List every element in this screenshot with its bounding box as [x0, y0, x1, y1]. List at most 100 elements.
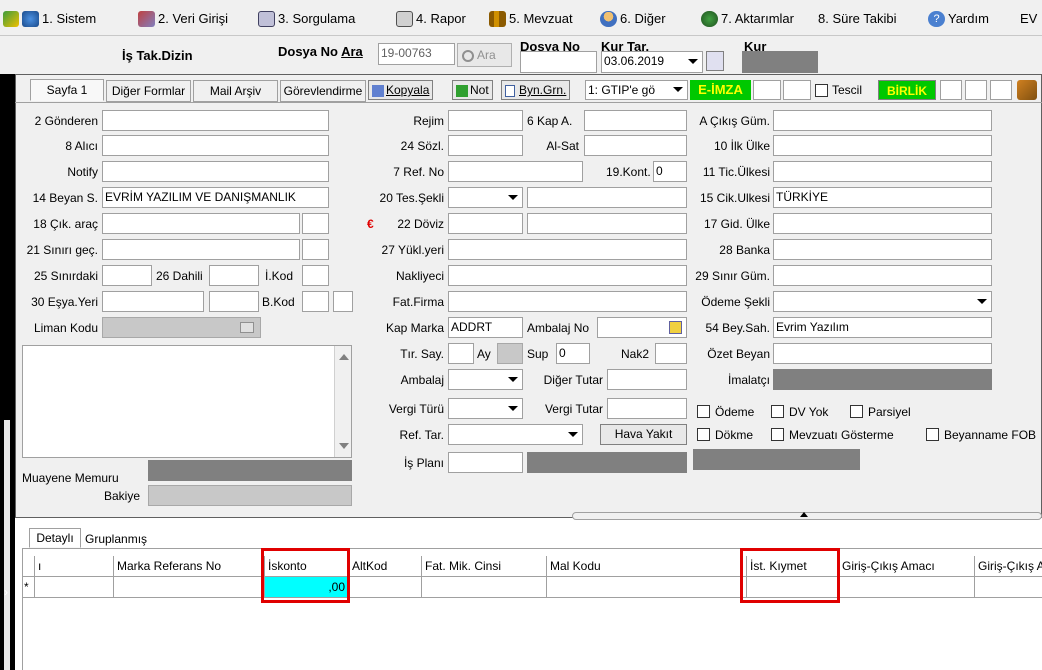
tes-sekli-select[interactable] [448, 187, 523, 208]
al-sat-input[interactable] [584, 135, 687, 156]
sinir-gec-code[interactable] [302, 239, 329, 260]
grid-col-giris-cikis-amaci[interactable]: Giriş-Çıkış Amacı [839, 556, 975, 577]
menu-yardim[interactable]: ? Yardım [928, 10, 989, 28]
tab-sayfa-1[interactable]: Sayfa 1 [30, 79, 104, 101]
alici-input[interactable] [102, 135, 329, 156]
grid-cell[interactable] [114, 577, 265, 598]
dosya-no-field[interactable] [520, 51, 597, 73]
scroll-down-icon[interactable] [339, 443, 349, 449]
bkod-extra[interactable] [333, 291, 353, 312]
gtip-select[interactable]: 1: GTIP'e gö [585, 80, 688, 100]
grid-col-giris-cikis-a[interactable]: Giriş-Çıkış A [975, 556, 1042, 577]
doviz-desc[interactable] [527, 213, 687, 234]
tab-mail-arsiv[interactable]: Mail Arşiv [193, 80, 278, 102]
gonderen-input[interactable] [102, 110, 329, 131]
gid-ulke-input[interactable] [773, 213, 992, 234]
dv-yok-checkbox[interactable] [771, 405, 784, 418]
ara-button[interactable]: Ara [457, 43, 512, 67]
esya-yeri-code[interactable] [209, 291, 259, 312]
esya-yeri-input[interactable] [102, 291, 204, 312]
kap-a-input[interactable] [584, 110, 687, 131]
cik-arac-input[interactable] [102, 213, 300, 234]
ilk-ulke-input[interactable] [773, 135, 992, 156]
hava-yakit-button[interactable]: Hava Yakıt [600, 424, 687, 445]
grid-cell[interactable] [975, 577, 1042, 598]
imalatci-input[interactable] [773, 369, 992, 390]
mevzuat-checkbox[interactable] [771, 428, 784, 441]
nakliyeci-input[interactable] [448, 265, 687, 286]
vergi-turu-select[interactable] [448, 398, 523, 419]
grid-cell[interactable] [422, 577, 547, 598]
ref-no-input[interactable] [448, 161, 583, 182]
tools-icon[interactable] [1017, 80, 1037, 100]
sinir-gec-input[interactable] [102, 239, 300, 260]
rejim-input[interactable] [448, 110, 523, 131]
dahili-input[interactable] [209, 265, 259, 286]
nak2-input[interactable] [655, 343, 687, 364]
grid-col-marka-referans[interactable]: Marka Referans No [114, 556, 265, 577]
tes-sekli-desc[interactable] [527, 187, 687, 208]
menu-sorgulama[interactable]: 3. Sorgulama [258, 10, 355, 28]
tab-diger-formlar[interactable]: Diğer Formlar [106, 80, 191, 102]
ikod-input[interactable] [302, 265, 329, 286]
not-button[interactable]: Not [452, 80, 493, 100]
e-imza-button[interactable]: E-İMZA [690, 80, 751, 100]
byn-grn-button[interactable]: Byn.Grn. [501, 80, 571, 100]
collapse-up-icon[interactable] [800, 512, 808, 517]
menu-sistem[interactable]: 1. Sistem [3, 10, 96, 28]
tab-blank-1[interactable] [753, 80, 781, 100]
kur-tar-input[interactable]: 03.06.2019 [601, 51, 703, 73]
cik-arac-code[interactable] [302, 213, 329, 234]
grid-cell[interactable] [35, 577, 114, 598]
sinir-gum-input[interactable] [773, 265, 992, 286]
cikis-gum-input[interactable] [773, 110, 992, 131]
muayene-input[interactable] [148, 460, 352, 481]
bey-sah-input[interactable]: Evrim Yazılım [773, 317, 992, 338]
menu-rapor[interactable]: 4. Rapor [396, 10, 466, 28]
menu-ev[interactable]: EV [1020, 10, 1037, 28]
grid-col-altkod[interactable]: AltKod [349, 556, 422, 577]
grid-cell[interactable] [839, 577, 975, 598]
grid-cell[interactable] [547, 577, 747, 598]
menu-mevzuat[interactable]: 5. Mevzuat [489, 10, 573, 28]
cik-ulkesi-input[interactable]: TÜRKİYE [773, 187, 992, 208]
yukl-yeri-input[interactable] [448, 239, 687, 260]
ambalaj-no-input[interactable] [597, 317, 687, 338]
ambalaj-select[interactable] [448, 369, 523, 390]
tab-gorevlendirme[interactable]: Görevlendirme [280, 80, 366, 102]
liman-kodu-input[interactable] [102, 317, 261, 338]
ref-tar-select[interactable] [448, 424, 583, 445]
dosya-no-input[interactable]: 19-00763 [378, 43, 455, 65]
menu-veri-girisi[interactable]: 2. Veri Girişi [138, 10, 228, 28]
grid-col-1[interactable]: ı [35, 556, 114, 577]
kap-marka-input[interactable]: ADDRT [448, 317, 523, 338]
fat-firma-input[interactable] [448, 291, 687, 312]
tic-ulkesi-input[interactable] [773, 161, 992, 182]
kont-input[interactable]: 0 [653, 161, 687, 182]
ozet-beyan-input[interactable] [773, 343, 992, 364]
bakiye-input[interactable] [148, 485, 352, 506]
grid-col-fat-mik-cinsi[interactable]: Fat. Mik. Cinsi [422, 556, 547, 577]
tir-say-input[interactable] [448, 343, 474, 364]
diger-tutar-input[interactable] [607, 369, 687, 390]
notes-textarea[interactable] [22, 345, 352, 458]
tab-detayli[interactable]: Detaylı [29, 528, 81, 548]
odeme-sekli-select[interactable] [773, 291, 992, 312]
vergi-tutar-input[interactable] [607, 398, 687, 419]
grid-col-mal-kodu[interactable]: Mal Kodu [547, 556, 747, 577]
sinirdaki-input[interactable] [102, 265, 152, 286]
textarea-scrollbar[interactable] [334, 346, 351, 457]
tab-blank-4[interactable] [965, 80, 987, 100]
is-plani-input[interactable] [448, 452, 523, 473]
calendar-icon[interactable] [706, 51, 724, 71]
menu-sure-takibi[interactable]: 8. Süre Takibi [818, 10, 897, 28]
dokme-checkbox[interactable] [697, 428, 710, 441]
tab-blank-5[interactable] [990, 80, 1012, 100]
sup-input[interactable]: 0 [556, 343, 590, 364]
birlik-button[interactable]: BİRLİK [878, 80, 936, 100]
splitter-handle[interactable] [4, 420, 10, 670]
menu-aktarimlar[interactable]: 7. Aktarımlar [701, 10, 794, 28]
tab-gruplanmis[interactable]: Gruplanmış [85, 529, 147, 549]
tab-blank-3[interactable] [940, 80, 962, 100]
scroll-up-icon[interactable] [339, 354, 349, 360]
